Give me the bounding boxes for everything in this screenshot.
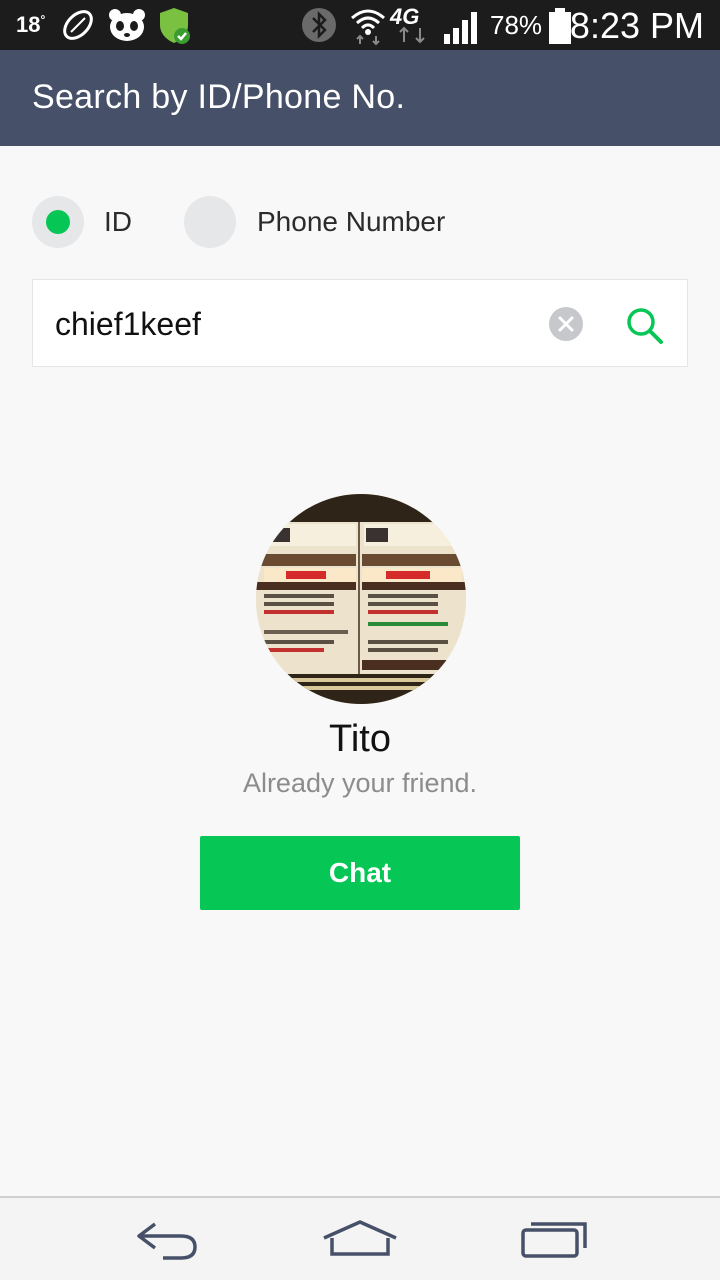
chat-button[interactable]: Chat bbox=[200, 836, 520, 910]
battery-percentage: 78% bbox=[490, 10, 543, 40]
search-icon bbox=[627, 308, 663, 344]
radio-phone-number[interactable] bbox=[184, 196, 236, 248]
home-icon bbox=[323, 1220, 397, 1256]
navigation-bar bbox=[0, 1196, 720, 1280]
back-icon bbox=[137, 1222, 197, 1260]
radio-phone-number-label[interactable]: Phone Number bbox=[257, 206, 445, 238]
recents-button[interactable] bbox=[510, 1212, 600, 1268]
home-button[interactable] bbox=[315, 1212, 405, 1268]
search-field[interactable]: chief1keef bbox=[32, 279, 688, 367]
search-type-selector: ID Phone Number bbox=[32, 196, 688, 252]
profile-name: Tito bbox=[329, 718, 391, 760]
radio-id[interactable] bbox=[32, 196, 84, 248]
shield-check-icon bbox=[160, 8, 190, 44]
bluetooth-icon bbox=[302, 8, 336, 42]
back-button[interactable] bbox=[120, 1212, 210, 1268]
radio-id-label[interactable]: ID bbox=[104, 206, 132, 238]
weather-temperature: 18° bbox=[16, 12, 46, 37]
close-icon bbox=[558, 316, 574, 332]
clear-button[interactable] bbox=[549, 307, 583, 341]
recents-icon bbox=[521, 1222, 587, 1258]
friend-status: Already your friend. bbox=[242, 768, 478, 798]
signal-icon bbox=[444, 12, 477, 44]
status-bar: 18° 4G 78% 8:23 PM bbox=[0, 0, 720, 50]
app-bar: Search by ID/Phone No. bbox=[0, 50, 720, 146]
search-input[interactable]: chief1keef bbox=[55, 306, 201, 343]
clock: 8:23 PM bbox=[569, 5, 704, 46]
football-icon bbox=[63, 10, 93, 40]
network-4g-icon: 4G bbox=[390, 2, 438, 46]
wifi-icon bbox=[351, 9, 385, 46]
page-title: Search by ID/Phone No. bbox=[32, 78, 406, 116]
search-button[interactable] bbox=[625, 306, 665, 346]
panda-icon bbox=[109, 9, 145, 41]
radio-selected-dot bbox=[46, 210, 70, 234]
avatar bbox=[256, 494, 466, 704]
avatar-image bbox=[256, 494, 466, 704]
